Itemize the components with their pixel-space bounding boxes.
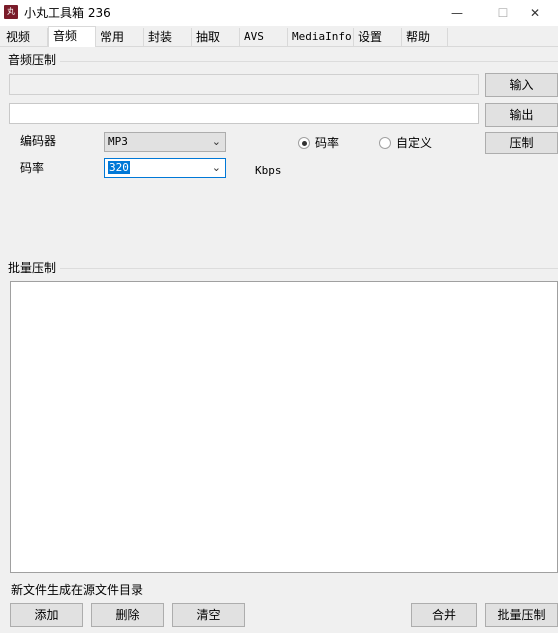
tab-extract[interactable]: 抽取 [192,28,240,46]
bitrate-unit: Kbps [255,164,282,177]
radio-custom[interactable] [379,137,391,149]
close-button[interactable]: ✕ [512,0,558,26]
tab-avs[interactable]: AVS [240,28,288,46]
encoder-value: MP3 [108,135,128,148]
bitrate-value: 320 [108,161,130,174]
batch-section-title: 批量压制 [8,261,57,275]
clear-button[interactable]: 清空 [172,603,245,627]
batch-file-list[interactable] [10,281,558,573]
app-icon: 丸 [4,5,18,19]
chevron-down-icon: ⌄ [211,135,221,148]
radio-bitrate-label[interactable]: 码率 [315,135,339,151]
tab-audio[interactable]: 音频 [48,26,96,47]
encoder-label: 编码器 [20,134,57,148]
chevron-down-icon: ⌄ [211,161,221,174]
tab-settings[interactable]: 设置 [354,28,402,46]
tab-mediainfo[interactable]: MediaInfo [288,28,354,46]
close-icon: ✕ [529,6,541,20]
output-note: 新文件生成在源文件目录 [11,583,144,597]
minimize-icon: — [451,6,463,20]
delete-button[interactable]: 删除 [91,603,164,627]
encoder-select[interactable]: MP3 ⌄ [104,132,226,152]
maximize-icon: ☐ [497,6,509,20]
radio-custom-label[interactable]: 自定义 [396,135,432,151]
minimize-button[interactable]: — [434,0,480,26]
radio-bitrate[interactable] [298,137,310,149]
tab-common[interactable]: 常用 [96,28,144,46]
window-title: 小丸工具箱 236 [24,6,111,20]
add-button[interactable]: 添加 [10,603,83,627]
audio-section-title: 音频压制 [8,53,57,67]
tab-help[interactable]: 帮助 [402,28,448,46]
audio-section-line [60,61,558,62]
output-file-field[interactable] [9,103,479,124]
bitrate-label: 码率 [20,161,45,175]
batch-encode-button[interactable]: 批量压制 [485,603,558,627]
encode-button[interactable]: 压制 [485,132,558,154]
output-button[interactable]: 输出 [485,103,558,127]
input-file-field[interactable] [9,74,479,95]
batch-section-line [60,268,558,269]
merge-button[interactable]: 合并 [411,603,477,627]
input-button[interactable]: 输入 [485,73,558,97]
bitrate-combo[interactable]: 320 ⌄ [104,158,226,178]
tab-video[interactable]: 视频 [2,28,48,46]
tab-mux[interactable]: 封装 [144,28,192,46]
